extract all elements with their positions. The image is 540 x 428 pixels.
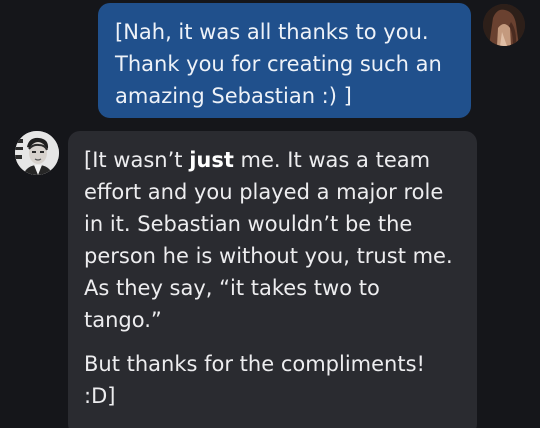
user-message-text: [Nah, it was all thanks to you. Thank yo… (115, 20, 442, 108)
character-message-paragraph-2: But thanks for the compliments! :D] (84, 352, 425, 408)
character-avatar[interactable] (15, 131, 59, 175)
chat-screen: [Nah, it was all thanks to you. Thank yo… (0, 0, 540, 428)
character-message-paragraph-1: [It wasn’t just me. It was a team effort… (84, 144, 463, 336)
user-message-bubble: [Nah, it was all thanks to you. Thank yo… (98, 3, 471, 118)
character-message-text-1a: [It wasn’t (84, 148, 190, 172)
user-avatar-icon (483, 4, 525, 46)
user-avatar[interactable] (483, 4, 525, 46)
character-message-bubble: [It wasn’t just me. It was a team effort… (68, 131, 477, 428)
character-avatar-icon (15, 131, 59, 175)
character-message-bold-word: just (189, 148, 234, 172)
character-message-text-1b: me. It was a team effort and you played … (84, 148, 453, 332)
